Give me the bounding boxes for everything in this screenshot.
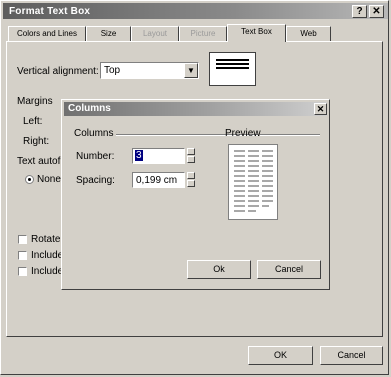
columns-title-bar: Columns ✕ xyxy=(64,102,327,116)
tab-size[interactable]: Size xyxy=(86,26,131,41)
title-bar: Format Text Box ? ✕ xyxy=(3,3,388,19)
number-spin-up[interactable] xyxy=(187,148,195,155)
cancel-button[interactable]: Cancel xyxy=(320,346,383,365)
margins-label: Margins xyxy=(17,96,53,107)
tab-layout: Layout xyxy=(131,26,179,41)
chevron-down-icon[interactable]: ▼ xyxy=(184,63,198,78)
columns-group-label: Columns xyxy=(74,128,114,139)
number-input[interactable]: 3 xyxy=(132,148,185,164)
vertical-alignment-select[interactable]: Top ▼ xyxy=(100,62,199,79)
number-label: Number: xyxy=(76,151,115,162)
right-margin-label: Right: xyxy=(23,136,50,147)
left-margin-label: Left: xyxy=(23,116,43,127)
columns-cancel-button[interactable]: Cancel xyxy=(257,260,321,279)
spacing-value: 0,199 cm xyxy=(136,175,178,186)
columns-dialog-title: Columns xyxy=(68,103,111,114)
include-checkbox-1[interactable] xyxy=(18,251,27,260)
columns-ok-button[interactable]: Ok xyxy=(187,260,251,279)
include-label-2: Include xyxy=(31,266,64,277)
spacing-label: Spacing: xyxy=(76,175,115,186)
preview-group-divider xyxy=(260,134,320,136)
tab-text-box[interactable]: Text Box xyxy=(227,24,286,42)
rotate-label: Rotate xyxy=(31,234,61,245)
include-checkbox-2[interactable] xyxy=(18,267,27,276)
rotate-checkbox[interactable] xyxy=(18,235,27,244)
window-title: Format Text Box xyxy=(9,6,91,17)
none-radio[interactable] xyxy=(25,175,34,184)
preview-label: Preview xyxy=(225,128,261,139)
text-autofit-label: Text autofit xyxy=(17,156,66,167)
spacing-spin-down[interactable] xyxy=(187,180,195,187)
spacing-spin-up[interactable] xyxy=(187,172,195,179)
tab-picture: Picture xyxy=(179,26,227,41)
number-value: 3 xyxy=(135,150,143,161)
help-button[interactable]: ? xyxy=(352,5,367,18)
ok-button[interactable]: OK xyxy=(248,346,313,365)
tab-web[interactable]: Web xyxy=(286,26,331,41)
vertical-alignment-value: Top xyxy=(104,65,121,76)
include-label-1: Include xyxy=(31,250,64,261)
none-label: None xyxy=(37,174,61,185)
columns-dialog: Columns ✕ Columns Number: 3 Spacing: 0,1… xyxy=(61,99,330,290)
spacing-input[interactable]: 0,199 cm xyxy=(132,172,185,188)
columns-preview xyxy=(228,144,278,220)
vertical-alignment-label: Vertical alignment: xyxy=(17,66,99,77)
number-spin-down[interactable] xyxy=(187,156,195,163)
columns-close-button[interactable]: ✕ xyxy=(314,103,327,115)
close-button[interactable]: ✕ xyxy=(369,5,384,18)
tab-colors-and-lines[interactable]: Colors and Lines xyxy=(8,26,86,41)
alignment-preview xyxy=(209,52,256,86)
